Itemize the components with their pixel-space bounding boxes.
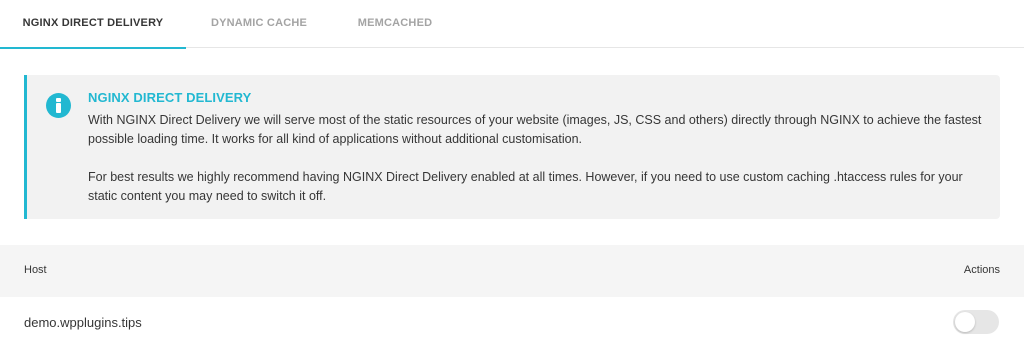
info-notice: NGINX DIRECT DELIVERY With NGINX Direct … [24,75,1000,219]
direct-delivery-toggle[interactable] [953,310,999,334]
toggle-knob [955,312,975,332]
info-icon-stem [56,103,61,113]
table-header: Host Actions [0,245,1024,297]
notice-body: With NGINX Direct Delivery we will serve… [88,111,988,206]
tab-bar: NGINX DIRECT DELIVERY DYNAMIC CACHE MEMC… [0,0,1024,49]
info-icon [46,93,71,118]
notice-paragraph: For best results we highly recommend hav… [88,170,963,203]
column-header-actions: Actions [963,264,1000,276]
column-header-host: Host [24,264,47,276]
tab-memcached[interactable]: MEMCACHED [340,0,450,48]
notice-title: NGINX DIRECT DELIVERY [88,90,252,105]
host-name: demo.wpplugins.tips [24,315,142,330]
notice-paragraph: With NGINX Direct Delivery we will serve… [88,113,982,146]
tab-nginx-direct-delivery[interactable]: NGINX DIRECT DELIVERY [0,0,186,49]
info-icon-dot [56,98,61,102]
table-row: demo.wpplugins.tips [0,297,1024,346]
tab-dynamic-cache[interactable]: DYNAMIC CACHE [196,0,322,48]
